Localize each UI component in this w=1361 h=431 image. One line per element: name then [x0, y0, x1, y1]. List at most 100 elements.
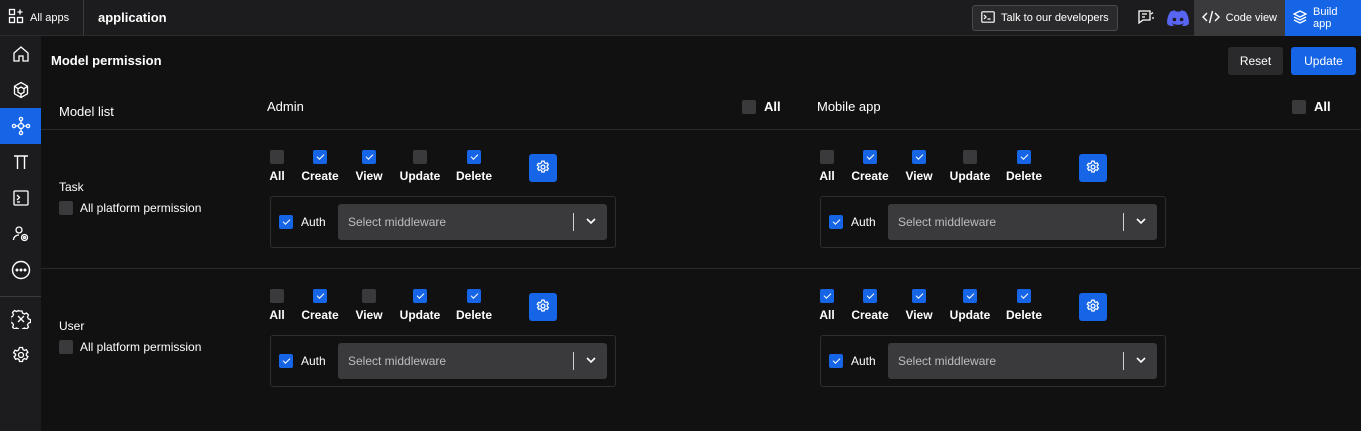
perm-update-mobile-app[interactable]: Update	[950, 289, 990, 322]
perm-create-mobile-app[interactable]: Create	[851, 289, 889, 322]
sidebar	[0, 36, 41, 431]
permission-settings-button-admin[interactable]	[529, 293, 557, 321]
sidebar-item-settings[interactable]	[0, 337, 41, 373]
auth-checkbox[interactable]	[829, 215, 843, 229]
auth-toggle[interactable]: Auth	[279, 215, 326, 229]
permission-settings-button-mobile-app[interactable]	[1079, 293, 1107, 321]
middleware-panel-mobile-app: Auth Select middleware	[820, 335, 1166, 387]
chevron-down-icon[interactable]	[1134, 214, 1148, 231]
perm-checkbox[interactable]	[863, 289, 877, 303]
perm-update-admin[interactable]: Update	[400, 289, 440, 322]
gear-icon	[536, 160, 550, 177]
auth-toggle[interactable]: Auth	[829, 215, 876, 229]
admin-all-label: All	[764, 99, 781, 114]
all-platform-permission-user[interactable]: All platform permission	[59, 340, 201, 354]
perm-view-admin[interactable]: View	[355, 289, 383, 322]
perm-checkbox[interactable]	[820, 150, 834, 164]
perm-create-admin[interactable]: Create	[301, 289, 339, 322]
perm-checkbox[interactable]	[270, 150, 284, 164]
sidebar-item-terminal[interactable]	[0, 180, 41, 216]
perm-checkbox[interactable]	[362, 289, 376, 303]
all-platform-checkbox[interactable]	[59, 340, 73, 354]
sidebar-item-home[interactable]	[0, 36, 41, 72]
perm-checkbox[interactable]	[963, 150, 977, 164]
permission-settings-button-admin[interactable]	[529, 154, 557, 182]
perm-update-mobile-app[interactable]: Update	[950, 150, 990, 183]
middleware-select[interactable]: Select middleware	[888, 204, 1157, 240]
perm-checkbox[interactable]	[912, 289, 926, 303]
middleware-select[interactable]: Select middleware	[888, 343, 1157, 379]
mobile-app-all-toggle[interactable]: All	[1292, 99, 1331, 114]
perm-all-admin[interactable]: All	[269, 150, 285, 183]
build-app-button[interactable]: Build app	[1285, 0, 1361, 36]
auth-checkbox[interactable]	[279, 215, 293, 229]
model-name-user: User	[59, 319, 85, 333]
perm-checkbox[interactable]	[1017, 150, 1031, 164]
perm-all-mobile-app[interactable]: All	[819, 150, 835, 183]
feedback-icon[interactable]	[1130, 0, 1162, 36]
perm-checkbox[interactable]	[467, 289, 481, 303]
header-divider	[41, 129, 1361, 130]
sidebar-item-functions[interactable]	[0, 144, 41, 180]
mobile-app-all-checkbox[interactable]	[1292, 99, 1306, 114]
auth-checkbox[interactable]	[829, 354, 843, 368]
sidebar-item-more[interactable]	[0, 252, 41, 288]
perm-view-mobile-app[interactable]: View	[905, 289, 933, 322]
auth-checkbox[interactable]	[279, 354, 293, 368]
perm-create-admin[interactable]: Create	[301, 150, 339, 183]
perm-delete-admin[interactable]: Delete	[456, 150, 492, 183]
sidebar-divider	[0, 296, 41, 297]
perm-view-mobile-app[interactable]: View	[905, 150, 933, 183]
perm-checkbox[interactable]	[270, 289, 284, 303]
auth-toggle[interactable]: Auth	[829, 354, 876, 368]
perm-view-admin[interactable]: View	[355, 150, 383, 183]
perm-checkbox[interactable]	[467, 150, 481, 164]
perm-delete-admin[interactable]: Delete	[456, 289, 492, 322]
middleware-placeholder: Select middleware	[898, 215, 997, 229]
perm-checkbox[interactable]	[863, 150, 877, 164]
perm-checkbox[interactable]	[313, 150, 327, 164]
perm-checkbox[interactable]	[963, 289, 977, 303]
sidebar-item-integrations[interactable]	[0, 301, 41, 337]
middleware-select[interactable]: Select middleware	[338, 204, 607, 240]
all-platform-permission-task[interactable]: All platform permission	[59, 201, 201, 215]
chevron-down-icon[interactable]	[1134, 353, 1148, 370]
all-apps-button[interactable]: All apps	[0, 0, 84, 36]
admin-all-checkbox[interactable]	[742, 99, 756, 114]
auth-toggle[interactable]: Auth	[279, 354, 326, 368]
all-platform-checkbox[interactable]	[59, 201, 73, 215]
perm-checkbox[interactable]	[912, 150, 926, 164]
perm-checkbox[interactable]	[413, 150, 427, 164]
chevron-down-icon[interactable]	[584, 353, 598, 370]
perm-create-mobile-app[interactable]: Create	[851, 150, 889, 183]
layers-icon	[1292, 9, 1308, 27]
terminal-icon	[12, 190, 29, 206]
talk-to-developers-button[interactable]: Talk to our developers	[972, 5, 1118, 31]
perm-label: Delete	[1005, 308, 1043, 322]
discord-icon[interactable]	[1162, 0, 1194, 36]
perm-all-mobile-app[interactable]: All	[819, 289, 835, 322]
perm-checkbox[interactable]	[413, 289, 427, 303]
perm-delete-mobile-app[interactable]: Delete	[1006, 150, 1042, 183]
perm-checkbox[interactable]	[820, 289, 834, 303]
chevron-down-icon[interactable]	[584, 214, 598, 231]
perm-checkbox[interactable]	[313, 289, 327, 303]
code-view-button[interactable]: Code view	[1193, 0, 1285, 36]
perm-label: Update	[399, 169, 441, 183]
perm-checkbox[interactable]	[1017, 289, 1031, 303]
sidebar-item-permissions[interactable]	[0, 108, 41, 144]
perm-all-admin[interactable]: All	[269, 289, 285, 322]
update-button[interactable]: Update	[1291, 47, 1356, 75]
perm-update-admin[interactable]: Update	[400, 150, 440, 183]
middleware-select[interactable]: Select middleware	[338, 343, 607, 379]
perm-delete-mobile-app[interactable]: Delete	[1006, 289, 1042, 322]
perm-checkbox[interactable]	[362, 150, 376, 164]
all-apps-label: All apps	[30, 11, 70, 24]
model-name-task: Task	[59, 180, 84, 194]
reset-button[interactable]: Reset	[1228, 47, 1283, 75]
sidebar-item-users[interactable]	[0, 216, 41, 252]
perm-label: Delete	[455, 169, 493, 183]
permission-settings-button-mobile-app[interactable]	[1079, 154, 1107, 182]
admin-all-toggle[interactable]: All	[742, 99, 781, 114]
sidebar-item-models[interactable]	[0, 72, 41, 108]
